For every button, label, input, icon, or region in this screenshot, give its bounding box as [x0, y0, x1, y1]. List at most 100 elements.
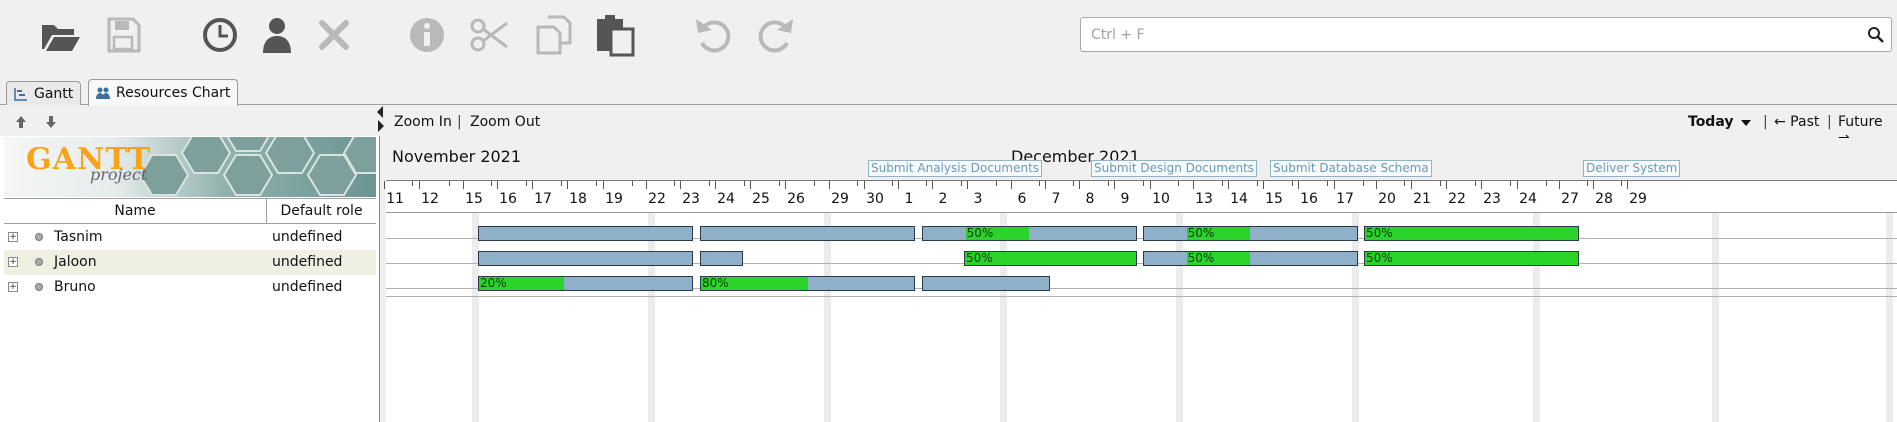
day-label: 15 — [465, 191, 483, 207]
allocation-bar[interactable]: 50% — [1143, 226, 1358, 241]
expand-right-icon[interactable] — [378, 120, 384, 132]
day-tick — [1073, 181, 1074, 186]
day-tick — [419, 181, 420, 189]
expand-icon[interactable]: + — [8, 232, 18, 242]
redo-icon[interactable] — [751, 12, 799, 58]
day-label: 6 — [1017, 191, 1027, 207]
day-tick — [646, 181, 647, 189]
allocation-bar[interactable] — [700, 251, 743, 266]
day-tick — [1193, 181, 1194, 189]
allocation-bar[interactable]: 50% — [1364, 251, 1579, 266]
resource-row[interactable]: + Tasnim undefined — [4, 225, 376, 250]
day-tick — [829, 181, 830, 189]
day-tick — [567, 181, 568, 189]
day-tick — [857, 181, 858, 186]
column-header-role[interactable]: Default role — [266, 198, 376, 224]
day-tick — [463, 181, 464, 189]
paste-icon[interactable] — [591, 12, 639, 58]
delete-icon[interactable] — [310, 12, 358, 58]
tab-resources-chart[interactable]: Resources Chart — [88, 79, 239, 106]
allocation-bar[interactable]: 50% — [1364, 226, 1579, 241]
allocation-bar[interactable] — [922, 276, 1050, 291]
view-tabs: Gantt Resources Chart — [0, 78, 1897, 106]
zoom-in-link[interactable]: Zoom In — [394, 114, 452, 130]
day-label: 27 — [1561, 191, 1579, 207]
past-link[interactable]: ← Past — [1774, 114, 1819, 130]
day-tick — [1621, 181, 1622, 186]
info-icon[interactable] — [403, 12, 451, 58]
history-icon[interactable] — [196, 12, 244, 58]
day-label: 19 — [605, 191, 623, 207]
progress-fill — [1365, 227, 1578, 240]
day-tick — [532, 181, 533, 189]
collapse-left-icon[interactable] — [377, 106, 383, 118]
day-label: 21 — [1413, 191, 1431, 207]
resource-row[interactable]: + Jaloon undefined — [4, 250, 376, 275]
search-input[interactable] — [1091, 24, 1851, 46]
month-label: November 2021 — [392, 147, 522, 166]
chevron-down-icon[interactable] — [1741, 120, 1751, 126]
day-tick — [1411, 181, 1412, 189]
separator: | — [457, 114, 462, 130]
zoom-out-link[interactable]: Zoom Out — [470, 114, 540, 130]
day-tick — [1334, 181, 1335, 189]
day-tick — [1011, 181, 1012, 189]
day-tick — [1546, 181, 1547, 186]
progress-label: 50% — [1187, 226, 1215, 240]
resource-row[interactable]: + Bruno undefined — [4, 275, 376, 300]
day-label: 17 — [534, 191, 552, 207]
tab-gantt[interactable]: Gantt — [6, 81, 82, 105]
tab-gantt-label: Gantt — [34, 85, 74, 102]
weekend-column — [1886, 213, 1893, 422]
allocation-bar[interactable]: 50% — [922, 226, 1137, 241]
user-icon[interactable] — [253, 12, 301, 58]
allocation-bar[interactable]: 20% — [478, 276, 693, 291]
separator: | — [1827, 114, 1832, 130]
milestone-label[interactable]: Submit Analysis Documents — [868, 160, 1043, 177]
allocation-bar[interactable]: 80% — [700, 276, 915, 291]
save-icon[interactable] — [99, 12, 147, 58]
allocation-bar[interactable] — [478, 251, 693, 266]
day-label: 15 — [1265, 191, 1283, 207]
expand-icon[interactable]: + — [8, 257, 18, 267]
day-tick — [1292, 181, 1293, 186]
move-up-icon[interactable] — [13, 114, 29, 130]
day-label: 7 — [1051, 191, 1061, 207]
milestone-label[interactable]: Submit Database Schema — [1270, 160, 1432, 177]
separator: | — [1763, 114, 1768, 130]
day-label: 17 — [1336, 191, 1354, 207]
gantt-app: Gantt Resources Chart — [0, 0, 1897, 422]
allocation-bar[interactable]: 50% — [964, 251, 1137, 266]
allocation-bar[interactable] — [478, 226, 693, 241]
day-tick — [680, 181, 681, 189]
row-divider — [386, 296, 1897, 297]
resource-role: undefined — [272, 229, 343, 245]
day-label: 8 — [1085, 191, 1095, 207]
undo-icon[interactable] — [690, 12, 738, 58]
day-tick — [412, 181, 413, 186]
weekend-column — [1352, 213, 1359, 422]
cut-icon[interactable] — [465, 12, 513, 58]
day-tick — [449, 181, 450, 186]
expand-icon[interactable]: + — [8, 282, 18, 292]
weekend-column — [1712, 213, 1719, 422]
today-button[interactable]: Today — [1688, 114, 1733, 130]
day-tick — [898, 181, 899, 189]
move-down-icon[interactable] — [43, 114, 59, 130]
open-folder-icon[interactable] — [36, 12, 84, 58]
allocation-bar[interactable]: 50% — [1143, 251, 1358, 266]
day-tick — [1481, 181, 1482, 189]
search-icon[interactable] — [1867, 26, 1885, 44]
day-label: 18 — [569, 191, 587, 207]
column-header-name[interactable]: Name — [4, 198, 266, 224]
day-tick — [926, 181, 927, 186]
day-tick — [526, 181, 527, 186]
resource-chart: Zoom In | Zoom Out Today | ← Past | Futu… — [384, 106, 1897, 422]
copy-icon[interactable] — [530, 12, 578, 58]
milestone-label[interactable]: Submit Design Documents — [1091, 160, 1258, 177]
progress-label: 80% — [702, 276, 729, 290]
milestone-label[interactable]: Deliver System — [1583, 160, 1681, 177]
resource-icon — [35, 283, 43, 291]
day-tick — [1108, 181, 1109, 186]
allocation-bar[interactable] — [700, 226, 915, 241]
